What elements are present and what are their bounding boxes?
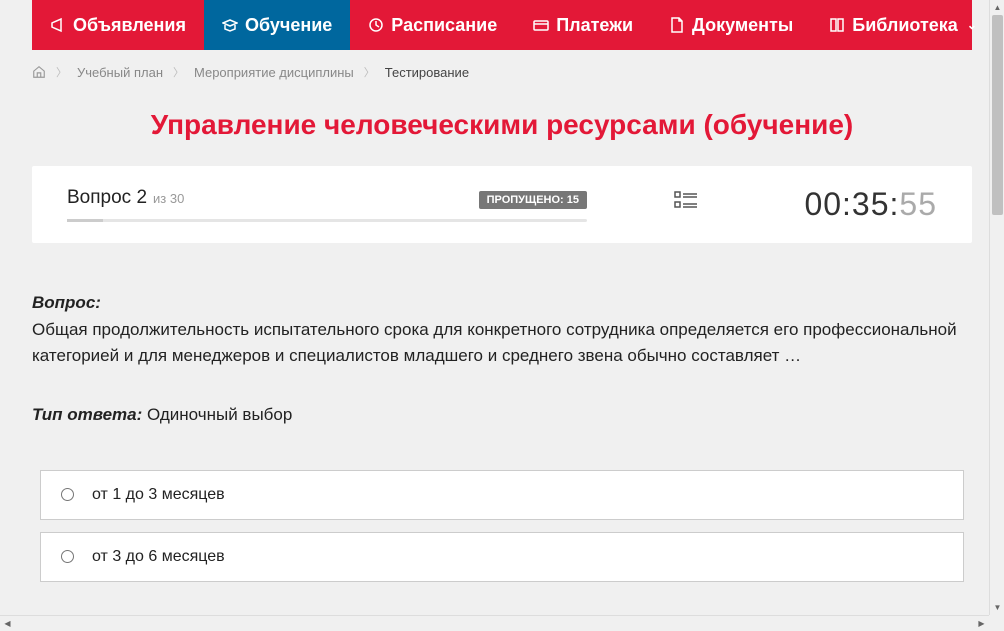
breadcrumb-testing: Тестирование — [385, 65, 469, 80]
answer-type-value: Одиночный выбор — [147, 405, 292, 424]
home-icon[interactable] — [32, 65, 46, 79]
document-icon — [669, 17, 685, 33]
scroll-left-arrow[interactable]: ◀ — [0, 616, 15, 631]
nav-label: Расписание — [391, 15, 497, 36]
question-text: Общая продолжительность испытательного с… — [32, 317, 972, 370]
main-navbar: Объявления Обучение Расписание Платежи Д… — [32, 0, 972, 50]
question-section: Вопрос: Общая продолжительность испытате… — [32, 243, 972, 614]
scroll-right-arrow[interactable]: ▶ — [974, 616, 989, 631]
chevron-right-icon: 〉 — [173, 64, 184, 80]
question-total: из 30 — [153, 191, 184, 206]
nav-label: Документы — [692, 15, 793, 36]
nav-payments[interactable]: Платежи — [515, 0, 651, 50]
answer-type-row: Тип ответа: Одиночный выбор — [32, 405, 972, 425]
page-title: Управление человеческими ресурсами (обуч… — [32, 109, 972, 141]
answer-type-label: Тип ответа: — [32, 405, 142, 424]
skipped-badge: ПРОПУЩЕНО: 15 — [479, 191, 587, 209]
card-icon — [533, 17, 549, 33]
timer: 00:35:55 — [804, 186, 937, 223]
scrollbar-corner — [989, 615, 1004, 630]
scroll-up-arrow[interactable]: ▲ — [990, 0, 1004, 15]
timer-seconds: 55 — [899, 186, 937, 222]
question-number: Вопрос 2 — [67, 187, 147, 209]
nav-label: Объявления — [73, 15, 186, 36]
chevron-down-icon: ⌄ — [967, 18, 977, 32]
answer-text: от 1 до 3 месяцев — [92, 486, 225, 504]
nav-schedule[interactable]: Расписание — [350, 0, 515, 50]
progress-fill — [67, 219, 103, 222]
question-list-icon[interactable] — [672, 190, 700, 219]
nav-documents[interactable]: Документы — [651, 0, 811, 50]
answer-text: от 3 до 6 месяцев — [92, 548, 225, 566]
scroll-thumb[interactable] — [992, 15, 1003, 215]
book-icon — [829, 17, 845, 33]
megaphone-icon — [50, 17, 66, 33]
chevron-right-icon: 〉 — [364, 64, 375, 80]
timer-main: 00:35: — [804, 186, 899, 222]
vertical-scrollbar[interactable]: ▲ ▼ — [989, 0, 1004, 615]
answer-radio[interactable] — [61, 488, 74, 501]
progress-track — [67, 219, 587, 222]
breadcrumb: 〉 Учебный план 〉 Мероприятие дисциплины … — [32, 50, 972, 94]
answer-option[interactable]: от 3 до 6 месяцев — [40, 532, 964, 582]
answer-radio[interactable] — [61, 550, 74, 563]
nav-label: Обучение — [245, 15, 332, 36]
nav-label: Платежи — [556, 15, 633, 36]
nav-library[interactable]: Библиотека ⌄ — [811, 0, 995, 50]
nav-education[interactable]: Обучение — [204, 0, 350, 50]
clock-icon — [368, 17, 384, 33]
nav-label: Библиотека — [852, 15, 958, 36]
chevron-right-icon: 〉 — [56, 64, 67, 80]
scroll-down-arrow[interactable]: ▼ — [990, 600, 1004, 615]
breadcrumb-discipline-event[interactable]: Мероприятие дисциплины — [194, 65, 354, 80]
question-label: Вопрос: — [32, 293, 972, 313]
graduation-icon — [222, 17, 238, 33]
nav-announcements[interactable]: Объявления — [32, 0, 204, 50]
progress-panel: Вопрос 2 из 30 ПРОПУЩЕНО: 15 00:35:55 — [32, 166, 972, 243]
breadcrumb-curriculum[interactable]: Учебный план — [77, 65, 163, 80]
answers-list: от 1 до 3 месяцев от 3 до 6 месяцев — [32, 470, 972, 582]
horizontal-scrollbar[interactable]: ◀ ▶ — [0, 615, 989, 630]
answer-option[interactable]: от 1 до 3 месяцев — [40, 470, 964, 520]
